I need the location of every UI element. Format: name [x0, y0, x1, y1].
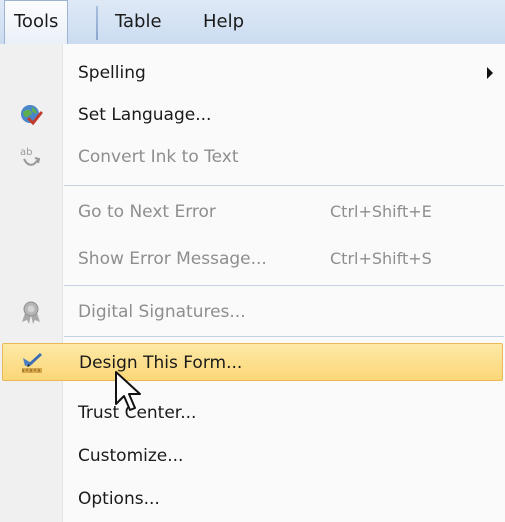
menu-item-convert-ink: ab Convert Ink to Text: [2, 138, 503, 176]
menu-item-show-error: Show Error Message... Ctrl+Shift+S: [2, 240, 503, 278]
menu-item-label: Design This Form...: [79, 353, 243, 373]
menu-item-label: Customize...: [78, 446, 184, 466]
menu-item-design-this-form[interactable]: Design This Form...: [2, 343, 503, 381]
menu-item-label: Show Error Message...: [78, 249, 267, 269]
menu-item-spelling[interactable]: Spelling: [2, 54, 503, 92]
mouse-pointer-icon: [115, 371, 141, 411]
menu-table[interactable]: Table: [106, 0, 171, 44]
menu-item-digital-signatures: Digital Signatures...: [2, 293, 503, 331]
svg-text:ab: ab: [20, 147, 32, 158]
menu-table-label: Table: [115, 11, 162, 32]
menu-help[interactable]: Help: [194, 0, 253, 44]
menu-item-label: Options...: [78, 489, 160, 509]
menu-separator: [64, 185, 504, 186]
submenu-arrow-icon: [487, 67, 493, 79]
ribbon-seal-icon: [22, 301, 40, 324]
menubar-separator: [96, 6, 98, 40]
menu-item-label: Go to Next Error: [78, 202, 216, 222]
menu-item-set-language[interactable]: Set Language...: [2, 96, 503, 134]
menu-bar: Tools Table Help: [0, 0, 505, 45]
menu-separator: [64, 285, 504, 286]
menu-help-label: Help: [203, 11, 245, 32]
globe-check-icon: [21, 105, 43, 126]
menu-item-label: Spelling: [78, 63, 146, 83]
menu-item-customize[interactable]: Customize...: [2, 437, 503, 475]
menu-item-label: Set Language...: [78, 105, 212, 125]
menu-tools-label: Tools: [14, 11, 59, 32]
menu-item-label: Digital Signatures...: [78, 302, 246, 322]
menu-item-shortcut: Ctrl+Shift+E: [330, 202, 432, 221]
ink-convert-icon: ab: [20, 147, 41, 166]
menu-item-shortcut: Ctrl+Shift+S: [330, 249, 432, 268]
design-form-icon: [22, 353, 42, 373]
menu-item-trust-center[interactable]: Trust Center...: [2, 394, 503, 432]
menu-item-next-error: Go to Next Error Ctrl+Shift+E: [2, 193, 503, 231]
menu-tools[interactable]: Tools: [4, 0, 69, 45]
menu-item-label: Convert Ink to Text: [78, 147, 239, 167]
menu-separator: [64, 336, 504, 337]
tools-dropdown-menu: Spelling Set Language... ab Convert Ink …: [0, 44, 505, 522]
menu-item-options[interactable]: Options...: [2, 480, 503, 518]
